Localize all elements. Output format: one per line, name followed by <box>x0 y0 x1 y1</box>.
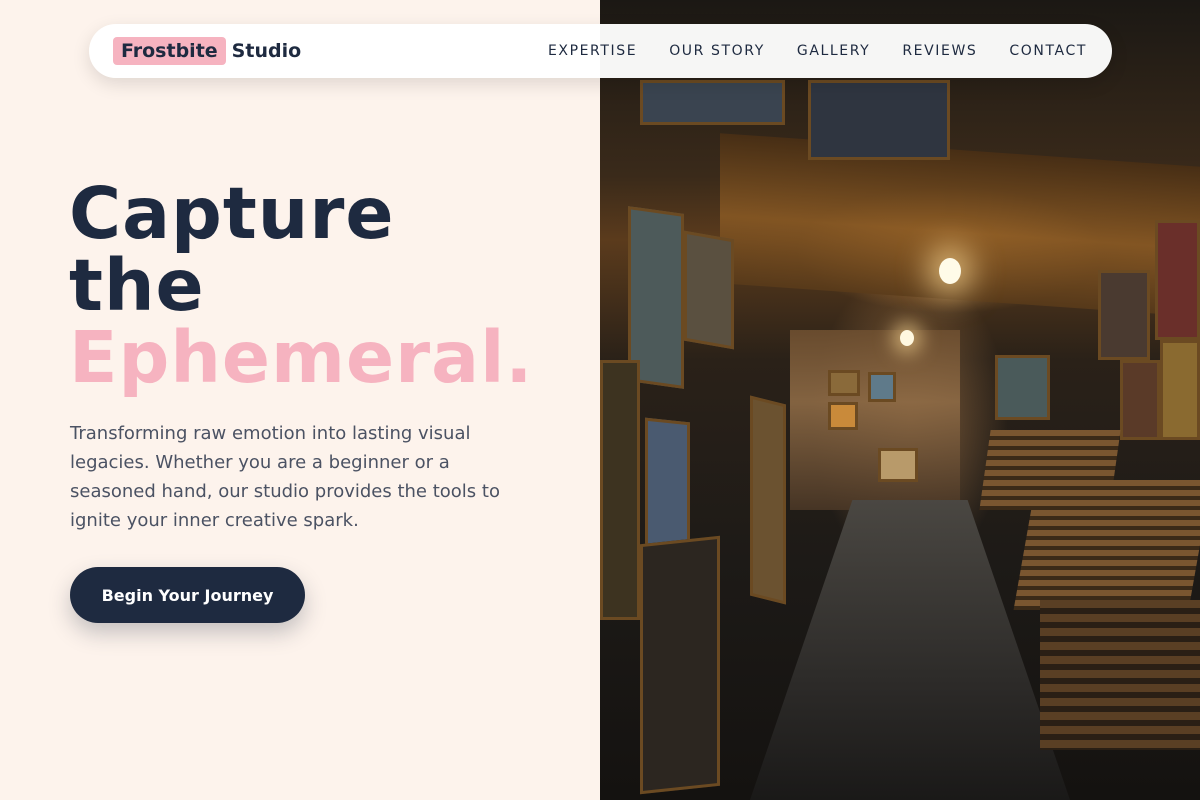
nav-menu: EXPERTISE OUR STORY GALLERY REVIEWS CONT… <box>548 43 1087 59</box>
begin-journey-button[interactable]: Begin Your Journey <box>70 567 305 623</box>
hero-title-line1: Capture <box>69 172 395 255</box>
nav-link-expertise[interactable]: EXPERTISE <box>548 43 637 59</box>
nav-link-our-story[interactable]: OUR STORY <box>669 43 765 59</box>
top-navbar: Frostbite Studio EXPERTISE OUR STORY GAL… <box>89 24 1112 78</box>
nav-link-reviews[interactable]: REVIEWS <box>902 43 977 59</box>
hero-photo-art-gallery <box>600 0 1200 800</box>
brand-logo[interactable]: Frostbite Studio <box>113 37 301 65</box>
brand-name: Studio <box>231 40 302 62</box>
hero-title-line2: the <box>69 244 205 327</box>
brand-mark: Frostbite <box>113 37 226 65</box>
nav-link-gallery[interactable]: GALLERY <box>797 43 870 59</box>
hero-description: Transforming raw emotion into lasting vi… <box>70 423 500 531</box>
nav-link-contact[interactable]: CONTACT <box>1009 43 1087 59</box>
hero-title-accent: Ephemeral. <box>69 316 534 399</box>
hero-title: Capture the Ephemeral. <box>69 178 533 394</box>
